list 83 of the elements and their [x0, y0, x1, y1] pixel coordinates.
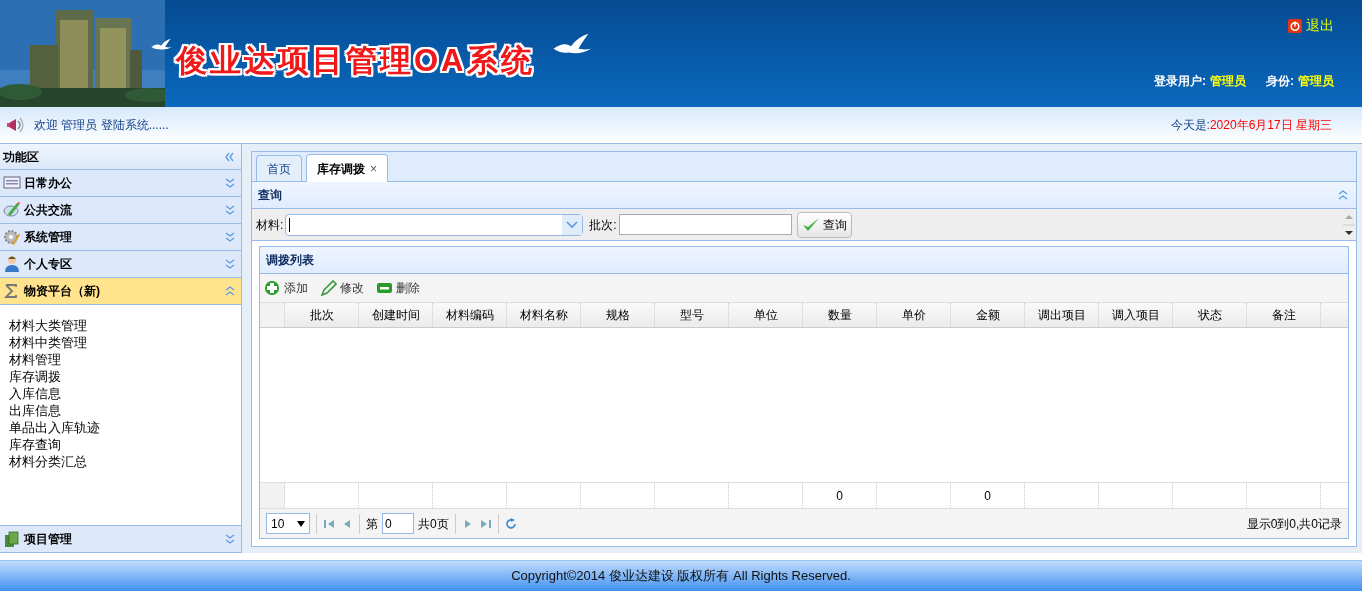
collapse-icon[interactable]	[1338, 190, 1348, 200]
tab[interactable]: 首页	[256, 155, 302, 181]
refresh-icon[interactable]	[504, 517, 517, 530]
user-label: 登录用户:	[1154, 73, 1206, 90]
date-text: 今天是:2020年6月17日 星期三	[1170, 117, 1332, 134]
summary-cell: 0	[803, 483, 877, 508]
dropdown-icon	[566, 220, 579, 229]
tab[interactable]: 库存调拨 ×	[306, 154, 388, 182]
menu-link[interactable]: 入库信息	[9, 385, 61, 402]
collapse-icon	[225, 286, 235, 296]
material-combobox[interactable]	[285, 213, 584, 236]
batch-input[interactable]	[618, 214, 792, 235]
panel-title: 调拨列表	[266, 252, 314, 269]
logout-link[interactable]: 退出	[1288, 15, 1334, 36]
pencil-icon	[320, 280, 337, 296]
menu-link[interactable]: 材料大类管理	[9, 317, 87, 334]
gear-icon	[3, 228, 21, 246]
field-label: 批次:	[589, 216, 617, 234]
page-count: 共0页	[418, 515, 449, 533]
column-header[interactable]: 单位	[729, 303, 803, 327]
column-header[interactable]: 材料编码	[433, 303, 507, 327]
app-title: 俊业达项目管理OA系统	[176, 42, 535, 80]
menu-link[interactable]: 材料分类汇总	[9, 453, 87, 470]
column-header[interactable]: 规格	[581, 303, 655, 327]
page-input[interactable]: 0	[382, 513, 414, 534]
pencil-icon	[3, 201, 21, 219]
last-page-icon[interactable]	[479, 517, 492, 530]
page-label: 第	[366, 515, 378, 533]
column-header[interactable]: 数量	[803, 303, 877, 327]
expand-icon	[225, 534, 235, 544]
sidebar-section[interactable]: 物资平台（新)	[0, 278, 241, 305]
sidebar-section[interactable]: 项目管理	[0, 526, 241, 553]
column-header[interactable]: 单价	[877, 303, 951, 327]
person-icon	[3, 255, 21, 273]
check-icon	[801, 216, 820, 233]
sidebar-section[interactable]: 公共交流	[0, 197, 241, 224]
user-name: 管理员	[1210, 73, 1246, 90]
first-page-icon[interactable]	[323, 517, 335, 530]
menu-link[interactable]: 库存调拨	[9, 368, 61, 385]
menu-link[interactable]: 单品出入库轨迹	[9, 419, 100, 436]
menu-link[interactable]: 库存查询	[9, 436, 61, 453]
expand-icon	[225, 232, 235, 242]
menu-link[interactable]: 材料中类管理	[9, 334, 87, 351]
column-header[interactable]: 批次	[285, 303, 359, 327]
role-value: 管理员	[1298, 73, 1334, 90]
dropdown-icon	[297, 520, 305, 527]
sidebar-section[interactable]: 日常办公	[0, 170, 241, 197]
close-icon[interactable]: ×	[370, 159, 377, 178]
menu-link[interactable]: 出库信息	[9, 402, 61, 419]
menu-link[interactable]: 材料管理	[9, 351, 61, 368]
column-header[interactable]: 调出项目	[1025, 303, 1099, 327]
expand-icon	[225, 259, 235, 269]
power-icon	[1288, 18, 1302, 33]
keyboard-icon	[3, 174, 21, 192]
panel-title: 查询	[258, 187, 282, 204]
column-header[interactable]: 金额	[951, 303, 1025, 327]
expand-icon	[225, 178, 235, 188]
search-button[interactable]: 查询	[796, 211, 852, 238]
books-icon	[3, 530, 21, 548]
edit-button[interactable]: 修改	[320, 279, 364, 297]
role-label: 身份:	[1266, 73, 1294, 90]
megaphone-icon	[6, 116, 26, 134]
add-button[interactable]: 添加	[264, 279, 308, 297]
copyright-text: Copyright©2014 俊业达建设 版权所有 All Rights Reserved.	[0, 560, 1362, 591]
field-label: 材料:	[256, 216, 284, 234]
column-header[interactable]: 材料名称	[507, 303, 581, 327]
column-header[interactable]: 调入项目	[1099, 303, 1173, 327]
column-header[interactable]: 备注	[1247, 303, 1321, 327]
column-header[interactable]: 状态	[1173, 303, 1247, 327]
record-summary: 显示0到0,共0记录	[1246, 515, 1342, 533]
sidebar-section[interactable]: 系统管理	[0, 224, 241, 251]
summary-cell: 0	[951, 483, 1025, 508]
delete-button[interactable]: 删除	[376, 279, 420, 297]
expand-icon	[225, 205, 235, 215]
sidebar-section[interactable]: 个人专区	[0, 251, 241, 278]
column-header[interactable]: 创建时间	[359, 303, 433, 327]
plus-icon	[264, 280, 281, 296]
page-size-select[interactable]: 10	[266, 513, 310, 534]
panel-title: 功能区	[3, 148, 39, 166]
minus-icon	[376, 280, 393, 296]
collapse-icon[interactable]	[225, 151, 235, 162]
column-header[interactable]: 型号	[655, 303, 729, 327]
welcome-text: 欢迎 管理员 登陆系统......	[34, 117, 169, 134]
